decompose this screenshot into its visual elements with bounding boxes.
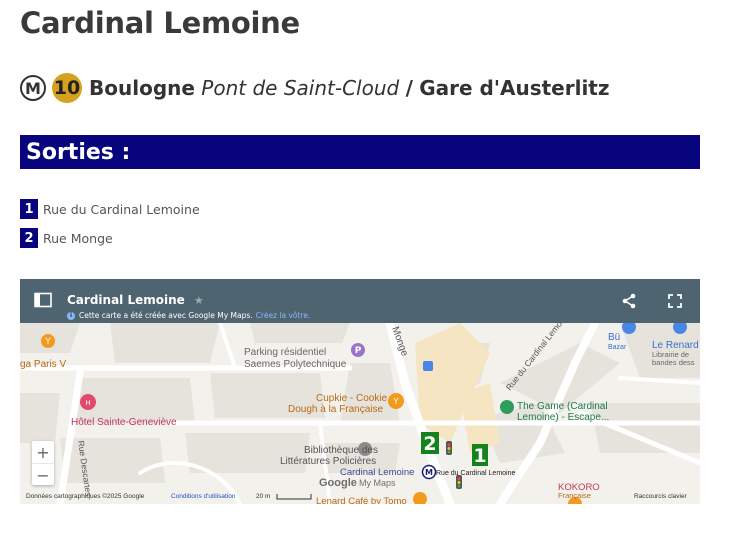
line-info: M 10 Boulogne Pont de Saint-Cloud / Gare… — [20, 72, 610, 104]
map-subtitle-text: Cette carte a été créée avec Google My M… — [79, 311, 253, 320]
line-number-badge: 10 — [52, 73, 82, 103]
map-label-cupkie: Cupkie - Cookie — [316, 393, 388, 404]
info-icon: i — [67, 311, 75, 320]
restaurant-marker-icon[interactable]: Y — [388, 393, 404, 409]
metro-station-marker-label: M — [425, 468, 433, 477]
metro-logo-icon: M — [20, 75, 46, 101]
cafe-marker-icon[interactable]: Y — [41, 334, 55, 348]
exit-2-marker-icon[interactable]: 2 — [421, 432, 439, 455]
hotel-marker-icon[interactable]: H — [80, 394, 96, 410]
embedded-map[interactable]: Cardinal Lemoine ★ i Cette carte a été c… — [20, 279, 700, 504]
terminus-2: Gare d'Austerlitz — [419, 76, 610, 100]
sidebar-toggle-icon[interactable] — [34, 292, 52, 308]
exit-item-2: 2 Rue Monge — [20, 228, 200, 248]
create-map-link[interactable]: Créez la vôtre. — [256, 311, 311, 320]
exit-2-marker-label: 2 — [423, 433, 436, 455]
traffic-light-icon — [446, 441, 452, 455]
map-label-thegame: The Game (Cardinal — [517, 401, 608, 412]
transit-marker-icon[interactable] — [423, 361, 433, 371]
map-title[interactable]: Cardinal Lemoine — [67, 293, 185, 307]
map-label-bazar: Bazar — [608, 344, 627, 351]
exit-item-1: 1 Rue du Cardinal Lemoine — [20, 199, 200, 219]
page-title: Cardinal Lemoine — [20, 6, 300, 40]
line-direction: Boulogne Pont de Saint-Cloud / Gare d'Au… — [89, 76, 610, 100]
map-canvas[interactable]: Y P H Y 2 1 M ga Paris V Parking résiden… — [20, 323, 700, 504]
map-subtitle: i Cette carte a été créée avec Google My… — [67, 311, 310, 320]
traffic-light-icon — [456, 475, 462, 489]
scale-bar-icon — [276, 494, 312, 500]
scale-label: 20 m — [256, 493, 271, 500]
map-copyright: Données cartographiques ©2025 Google — [26, 493, 145, 500]
map-header: Cardinal Lemoine ★ i Cette carte a été c… — [20, 279, 700, 323]
svg-text:Y: Y — [44, 337, 51, 347]
map-label-parking: Saemes Polytechnique — [244, 359, 347, 370]
fullscreen-icon[interactable] — [667, 293, 683, 309]
map-label-paris: ga Paris V — [20, 359, 66, 370]
map-label-parking: Parking résidentiel — [244, 347, 326, 358]
map-label-bibliotheque: Littératures Policières — [280, 456, 376, 467]
attraction-marker-icon[interactable] — [500, 400, 514, 414]
keyboard-shortcuts-link[interactable]: Raccourcis clavier — [634, 493, 687, 500]
terminus-1: Boulogne — [89, 76, 195, 100]
exits-heading: Sorties : — [20, 135, 700, 169]
map-label-lerenard: bandes dess — [652, 358, 695, 367]
exit-number-badge: 2 — [20, 228, 38, 248]
map-title-block: Cardinal Lemoine ★ i Cette carte a été c… — [67, 289, 310, 320]
my-maps-logo: My Maps — [359, 478, 396, 488]
terminus-separator: / — [405, 76, 413, 100]
map-label-bu: Bü — [608, 332, 620, 343]
terminus-1-detail: Pont de Saint-Cloud — [201, 76, 400, 100]
exit-label: Rue Monge — [43, 230, 113, 246]
zoom-control: + − — [32, 441, 54, 485]
star-icon[interactable]: ★ — [194, 294, 204, 307]
svg-text:H: H — [85, 399, 90, 407]
exit-1-marker-icon[interactable]: 1 — [472, 444, 488, 467]
exits-list: 1 Rue du Cardinal Lemoine 2 Rue Monge — [20, 199, 200, 257]
map-label-cupkie: Dough à la Française — [288, 404, 383, 415]
exit-1-marker-label: 1 — [473, 445, 486, 467]
map-label-thegame: Lemoine) - Escape... — [517, 412, 609, 423]
share-icon[interactable] — [621, 293, 637, 309]
terms-link[interactable]: Conditions d'utilisation — [171, 493, 235, 500]
zoom-in-button[interactable]: + — [32, 441, 54, 463]
map-label-hotel: Hôtel Sainte-Geneviève — [71, 417, 177, 428]
svg-text:Y: Y — [393, 397, 399, 406]
exit-number-badge: 1 — [20, 199, 38, 219]
map-label-exit: Rue du Cardinal Lemoine — [436, 470, 515, 477]
zoom-out-button[interactable]: − — [32, 463, 54, 486]
exit-label: Rue du Cardinal Lemoine — [43, 201, 200, 217]
map-footer: Données cartographiques ©2025 Google Con… — [20, 492, 700, 504]
google-logo: Google — [319, 477, 357, 489]
svg-text:P: P — [355, 346, 362, 356]
metro-station-marker-icon[interactable]: M — [421, 464, 437, 480]
parking-marker-icon[interactable]: P — [351, 343, 365, 357]
map-label-bibliotheque: Bibliothèque des — [304, 445, 378, 456]
